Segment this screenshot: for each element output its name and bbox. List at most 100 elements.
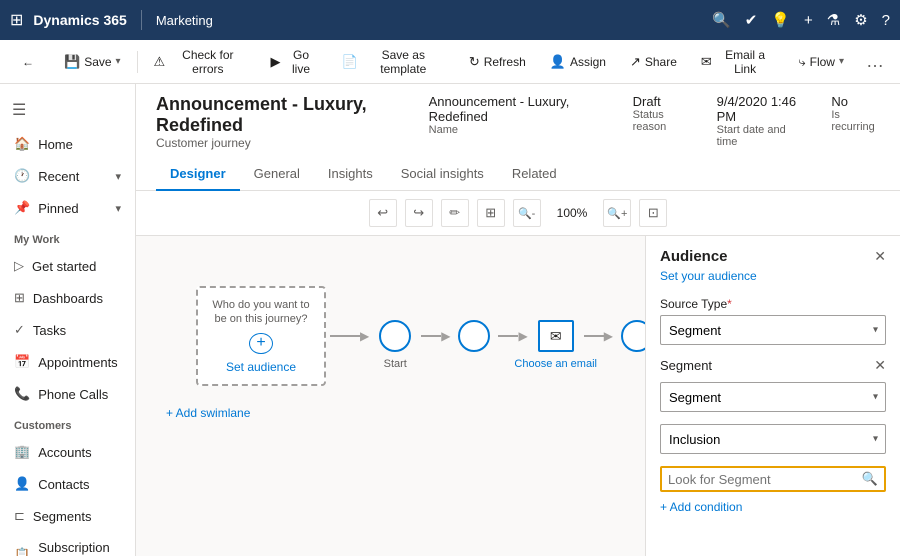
filter-icon[interactable]: ⚗ bbox=[827, 11, 840, 29]
meta-recurring: No Is recurring bbox=[831, 94, 880, 133]
topbar-separator bbox=[141, 10, 142, 30]
save-button[interactable]: 💾 Save ▾ bbox=[54, 49, 131, 75]
sidebar-item-accounts[interactable]: 🏢 Accounts bbox=[0, 436, 135, 468]
go-live-button[interactable]: ▶ Go live bbox=[261, 43, 328, 81]
inclusion-dropdown[interactable]: Inclusion bbox=[660, 424, 886, 454]
designer-area: ↩ ↪ ✏ ⊞ 🔍- 100% 🔍+ ⊡ Who do you want to … bbox=[136, 191, 900, 556]
customers-section-title: Customers bbox=[0, 410, 135, 436]
home-icon: 🏠 bbox=[14, 136, 30, 152]
tasks-icon: ✓ bbox=[14, 322, 25, 338]
sidebar-item-dashboards[interactable]: ⊞ Dashboards bbox=[0, 282, 135, 314]
sidebar-item-label: Contacts bbox=[38, 477, 89, 492]
flow-icon: ⤷ bbox=[798, 54, 805, 70]
sidebar-item-label: Tasks bbox=[33, 323, 66, 338]
sidebar-item-segments[interactable]: ⊏ Segments bbox=[0, 500, 135, 532]
email-link-icon: ✉ bbox=[701, 54, 712, 70]
set-audience-link[interactable]: Set audience bbox=[226, 360, 296, 374]
tab-general[interactable]: General bbox=[240, 158, 314, 191]
tab-designer[interactable]: Designer bbox=[156, 158, 240, 191]
content-area: Announcement - Luxury, Redefined Custome… bbox=[136, 84, 900, 556]
topbar: ⊞ Dynamics 365 Marketing 🔍 ✔ 💡 + ⚗ ⚙ ? bbox=[0, 0, 900, 40]
sidebar-item-pinned[interactable]: 📌 Pinned ▾ bbox=[0, 192, 135, 224]
refresh-button[interactable]: ↻ Refresh bbox=[459, 49, 536, 75]
tab-social-insights[interactable]: Social insights bbox=[387, 158, 498, 191]
email-node[interactable]: ✉ bbox=[538, 320, 574, 352]
sidebar-item-tasks[interactable]: ✓ Tasks bbox=[0, 314, 135, 346]
intermediate-node[interactable] bbox=[458, 320, 490, 352]
source-type-label: Source Type* bbox=[660, 297, 886, 311]
segment-search-input[interactable] bbox=[668, 472, 858, 487]
intermediate-node-wrapper bbox=[458, 320, 490, 352]
recent-icon: 🕐 bbox=[14, 168, 30, 184]
sidebar-item-appointments[interactable]: 📅 Appointments bbox=[0, 346, 135, 378]
zoom-in-button[interactable]: 🔍+ bbox=[603, 199, 631, 227]
sidebar-item-get-started[interactable]: ▷ Get started bbox=[0, 250, 135, 282]
email-node-wrapper: ✉ Choose an email bbox=[538, 320, 574, 352]
search-icon[interactable]: 🔍 bbox=[712, 11, 731, 29]
meta-name-value: Announcement - Luxury, Redefined bbox=[429, 94, 609, 124]
sidebar-hamburger-icon[interactable]: ☰ bbox=[0, 92, 135, 128]
share-button[interactable]: ↗ Share bbox=[620, 49, 687, 75]
segment-section-close-button[interactable]: ✕ bbox=[874, 357, 886, 374]
sidebar-item-home[interactable]: 🏠 Home bbox=[0, 128, 135, 160]
topbar-icons: 🔍 ✔ 💡 + ⚗ ⚙ ? bbox=[712, 11, 890, 29]
audience-box[interactable]: Who do you want to be on this journey? +… bbox=[196, 286, 326, 386]
source-type-select[interactable]: Segment bbox=[660, 315, 886, 345]
audience-panel: Audience ✕ Set your audience Source Type… bbox=[645, 236, 900, 556]
meta-date-label: Start date and time bbox=[717, 124, 808, 148]
sidebar-item-subscription-lists[interactable]: 📋 Subscription lists bbox=[0, 532, 135, 556]
share-icon: ↗ bbox=[630, 54, 641, 70]
contacts-icon: 👤 bbox=[14, 476, 30, 492]
audience-box-text: Who do you want to be on this journey? bbox=[208, 298, 314, 327]
segment-dropdown[interactable]: Segment bbox=[660, 382, 886, 412]
check-errors-button[interactable]: ⚠ Check for errors bbox=[144, 43, 257, 81]
grid-view-button[interactable]: ⊞ bbox=[477, 199, 505, 227]
settings-icon[interactable]: ⚙ bbox=[854, 11, 867, 29]
checkmark-circle-icon[interactable]: ✔ bbox=[745, 11, 758, 29]
page-subtitle: Customer journey bbox=[156, 136, 429, 150]
back-button[interactable]: ← bbox=[12, 50, 44, 74]
add-condition-link[interactable]: + Add condition bbox=[660, 500, 886, 514]
help-icon[interactable]: ? bbox=[882, 12, 890, 29]
grid-icon[interactable]: ⊞ bbox=[10, 10, 23, 30]
meta-status-value: Draft bbox=[633, 94, 693, 109]
lightbulb-icon[interactable]: 💡 bbox=[771, 11, 790, 29]
main-layout: ☰ 🏠 Home 🕐 Recent ▾ 📌 Pinned ▾ My Work ▷… bbox=[0, 84, 900, 556]
email-link-button[interactable]: ✉ Email a Link bbox=[691, 43, 784, 81]
panel-close-button[interactable]: ✕ bbox=[874, 248, 886, 265]
redo-button[interactable]: ↪ bbox=[405, 199, 433, 227]
sidebar-item-label: Dashboards bbox=[33, 291, 103, 306]
undo-button[interactable]: ↩ bbox=[369, 199, 397, 227]
save-template-button[interactable]: 📄 Save as template bbox=[332, 43, 455, 81]
flow-connector-3: ▶ bbox=[494, 329, 531, 343]
sidebar: ☰ 🏠 Home 🕐 Recent ▾ 📌 Pinned ▾ My Work ▷… bbox=[0, 84, 136, 556]
segment-search-icon[interactable]: 🔍 bbox=[862, 471, 878, 487]
fit-view-button[interactable]: ⊡ bbox=[639, 199, 667, 227]
audience-add-button[interactable]: + bbox=[249, 333, 273, 354]
start-label: Start bbox=[384, 358, 407, 370]
more-options-icon[interactable]: … bbox=[862, 47, 888, 76]
flow-dropdown-arrow[interactable]: ▾ bbox=[839, 56, 844, 67]
source-type-select-wrapper: Segment ▾ bbox=[660, 315, 886, 345]
dashboards-icon: ⊞ bbox=[14, 290, 25, 306]
look-for-segment-search[interactable]: 🔍 bbox=[660, 466, 886, 492]
start-node[interactable] bbox=[379, 320, 411, 352]
save-dropdown-arrow[interactable]: ▾ bbox=[116, 56, 121, 67]
add-swimlane-button[interactable]: + Add swimlane bbox=[166, 406, 250, 420]
zoom-out-button[interactable]: 🔍- bbox=[513, 199, 541, 227]
designer-toolbar: ↩ ↪ ✏ ⊞ 🔍- 100% 🔍+ ⊡ bbox=[136, 191, 900, 236]
sidebar-item-label: Home bbox=[38, 137, 73, 152]
edit-button[interactable]: ✏ bbox=[441, 199, 469, 227]
plus-icon[interactable]: + bbox=[804, 12, 813, 29]
sidebar-item-recent[interactable]: 🕐 Recent ▾ bbox=[0, 160, 135, 192]
assign-button[interactable]: 👤 Assign bbox=[540, 49, 616, 75]
template-icon: 📄 bbox=[342, 54, 358, 70]
flow-button[interactable]: ⤷ Flow ▾ bbox=[788, 49, 854, 75]
sidebar-item-contacts[interactable]: 👤 Contacts bbox=[0, 468, 135, 500]
panel-set-audience-link[interactable]: Set your audience bbox=[660, 269, 886, 283]
email-node-label[interactable]: Choose an email bbox=[514, 358, 597, 370]
tab-related[interactable]: Related bbox=[498, 158, 571, 191]
tab-insights[interactable]: Insights bbox=[314, 158, 387, 191]
meta-status: Draft Status reason bbox=[633, 94, 693, 133]
sidebar-item-phone-calls[interactable]: 📞 Phone Calls bbox=[0, 378, 135, 410]
